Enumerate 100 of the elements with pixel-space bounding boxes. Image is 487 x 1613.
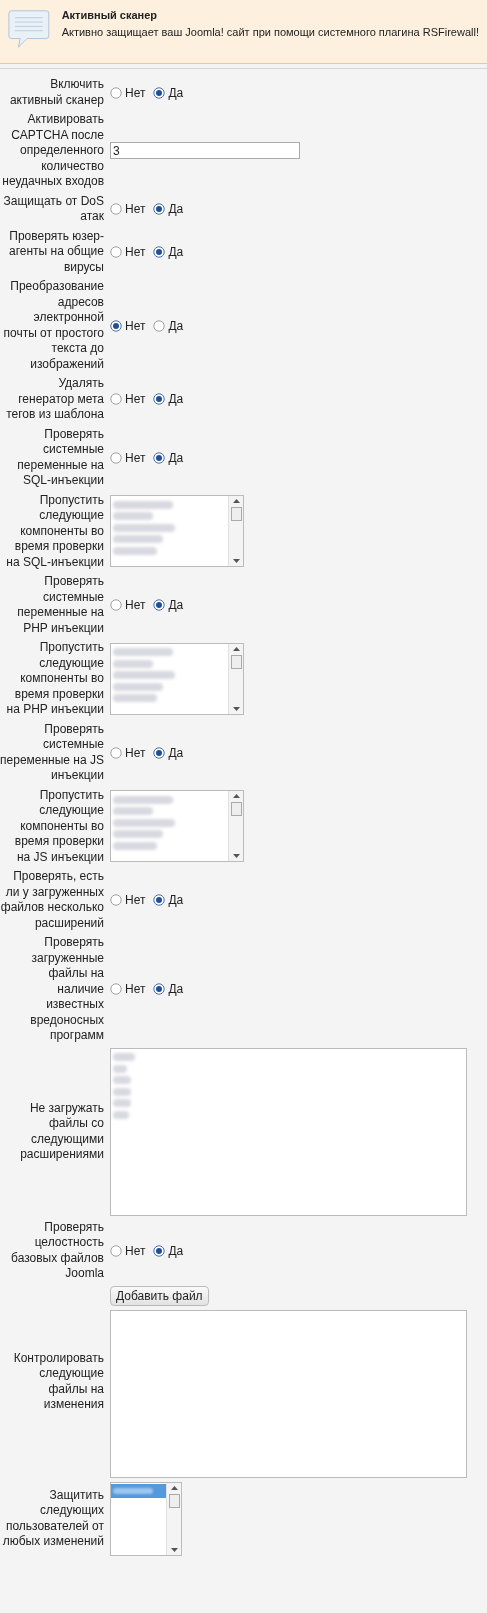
field-label: Проверять целостность базовых файлов Joomla bbox=[10, 1219, 104, 1282]
radio-button[interactable] bbox=[153, 245, 166, 258]
radio-button[interactable] bbox=[153, 1244, 166, 1257]
radio-label: Нет bbox=[125, 449, 146, 467]
radio-label: Да bbox=[168, 597, 184, 614]
blurred-item bbox=[113, 795, 173, 804]
scroll-thumb[interactable] bbox=[168, 1493, 180, 1508]
radio-button[interactable] bbox=[110, 894, 122, 906]
radio-label: Нет bbox=[125, 317, 146, 335]
radio-button[interactable] bbox=[153, 393, 166, 406]
radio-label: Нет bbox=[125, 391, 146, 409]
header-title: Активный сканер bbox=[61, 8, 159, 23]
radio-button[interactable] bbox=[110, 983, 122, 996]
scroll-up-icon[interactable] bbox=[232, 646, 240, 651]
scroll-up-icon[interactable] bbox=[170, 1485, 178, 1490]
radio-label: Да bbox=[168, 391, 184, 409]
blurred-item bbox=[113, 830, 163, 839]
radio-label: Да bbox=[168, 243, 184, 261]
header-description: Активно защищает ваш Joomla! сайт при помощи системного плагина RSFirewall! bbox=[61, 24, 479, 40]
blurred-item bbox=[113, 546, 157, 555]
radio-label: Нет bbox=[125, 84, 146, 102]
scrollbar[interactable] bbox=[228, 791, 243, 862]
blurred-item bbox=[113, 1099, 131, 1107]
radio-label: Да bbox=[168, 84, 184, 102]
radio-button[interactable] bbox=[110, 599, 122, 611]
blurred-item bbox=[113, 1110, 129, 1119]
scrollbar[interactable] bbox=[166, 1482, 181, 1555]
field-label: Пропустить следующие компоненты во время проверки на SQL-инъекции bbox=[5, 492, 104, 570]
radio-label: Нет bbox=[125, 981, 146, 999]
field-label: Включить активный сканер bbox=[8, 77, 104, 108]
radio-label: Нет bbox=[125, 597, 146, 614]
scrollbar[interactable] bbox=[228, 643, 243, 714]
radio-button[interactable] bbox=[110, 746, 122, 759]
scroll-up-icon[interactable] bbox=[232, 794, 240, 799]
blurred-item bbox=[113, 1087, 131, 1096]
add-file-button[interactable]: Добавить файл bbox=[110, 1285, 209, 1306]
field-label: Пропустить следующие компоненты во время проверки на PHP инъекции bbox=[5, 640, 104, 718]
blurred-item bbox=[113, 512, 153, 521]
blurred-item bbox=[113, 659, 153, 668]
radio-button[interactable] bbox=[153, 319, 166, 332]
blurred-item bbox=[113, 841, 157, 850]
field-label: Проверять, есть ли у загруженных файлов несколько расширений bbox=[0, 869, 104, 931]
field-label: Не загружать файлы со следующими расширениями bbox=[19, 1100, 104, 1163]
radio-button[interactable] bbox=[153, 746, 166, 759]
blurred-item bbox=[113, 818, 175, 827]
radio-button[interactable] bbox=[110, 245, 122, 258]
radio-button[interactable] bbox=[110, 1244, 122, 1257]
radio-label: Да bbox=[168, 744, 184, 762]
radio-label: Да bbox=[168, 201, 184, 218]
blurred-item bbox=[113, 1053, 135, 1061]
field-label: Защищать от DoS атак bbox=[2, 193, 104, 225]
field-label: Контролировать следующие файлы на изменения bbox=[12, 1350, 104, 1413]
field-label: Проверять системные переменные на PHP инъекции bbox=[16, 574, 104, 636]
radio-button[interactable] bbox=[153, 451, 166, 464]
field-label: Проверять юзер-агенты на общие вирусы bbox=[8, 228, 104, 275]
radio-label: Нет bbox=[125, 243, 146, 261]
scroll-down-icon[interactable] bbox=[232, 854, 240, 859]
scroll-thumb[interactable] bbox=[230, 654, 242, 669]
scroll-down-icon[interactable] bbox=[170, 1547, 178, 1552]
radio-button[interactable] bbox=[110, 203, 122, 215]
field-label: Пропустить следующие компоненты во время проверки на JS инъекции bbox=[13, 787, 104, 865]
radio-button[interactable] bbox=[153, 86, 166, 99]
blurred-item bbox=[113, 500, 173, 509]
blurred-item bbox=[113, 648, 173, 657]
scroll-up-icon[interactable] bbox=[232, 499, 240, 504]
blurred-item bbox=[113, 535, 163, 544]
radio-button[interactable] bbox=[110, 393, 122, 406]
radio-button[interactable] bbox=[110, 86, 122, 99]
field-label: Преобразование адресов электронной почты от простого текста до изображений bbox=[2, 279, 104, 372]
field-label: Проверять загруженные файлы на наличие известных вредоносных программ bbox=[29, 935, 104, 1044]
radio-label: Да bbox=[168, 892, 184, 909]
blurred-item bbox=[113, 671, 175, 680]
blurred-item bbox=[113, 807, 153, 816]
radio-label: Нет bbox=[125, 892, 146, 909]
blurred-item bbox=[113, 523, 175, 532]
radio-label: Да bbox=[168, 1242, 184, 1260]
scroll-down-icon[interactable] bbox=[232, 706, 240, 711]
scroll-down-icon[interactable] bbox=[232, 559, 240, 564]
blurred-item bbox=[113, 694, 157, 703]
radio-button[interactable] bbox=[110, 319, 122, 332]
blurred-item bbox=[113, 682, 163, 691]
radio-button[interactable] bbox=[153, 203, 166, 215]
selected-list-item[interactable] bbox=[111, 1483, 166, 1498]
radio-button[interactable] bbox=[110, 451, 122, 464]
radio-label: Нет bbox=[125, 1242, 146, 1260]
scroll-thumb[interactable] bbox=[230, 802, 242, 817]
blurred-item bbox=[113, 1076, 131, 1084]
field-label: Защитить следующих пользователей от любых изменений bbox=[1, 1487, 104, 1550]
radio-label: Да bbox=[168, 449, 184, 467]
input-field[interactable]: 3 bbox=[110, 142, 300, 160]
radio-button[interactable] bbox=[153, 599, 166, 611]
list-box[interactable] bbox=[110, 1481, 182, 1556]
radio-button[interactable] bbox=[153, 983, 166, 996]
radio-label: Да bbox=[168, 317, 184, 335]
radio-label: Да bbox=[168, 981, 184, 999]
scroll-thumb[interactable] bbox=[230, 507, 242, 522]
field-label: Проверять системные переменные на SQL-инъекции bbox=[16, 426, 104, 489]
blurred-item bbox=[113, 1064, 127, 1073]
radio-button[interactable] bbox=[153, 894, 166, 906]
scrollbar[interactable] bbox=[228, 496, 243, 567]
